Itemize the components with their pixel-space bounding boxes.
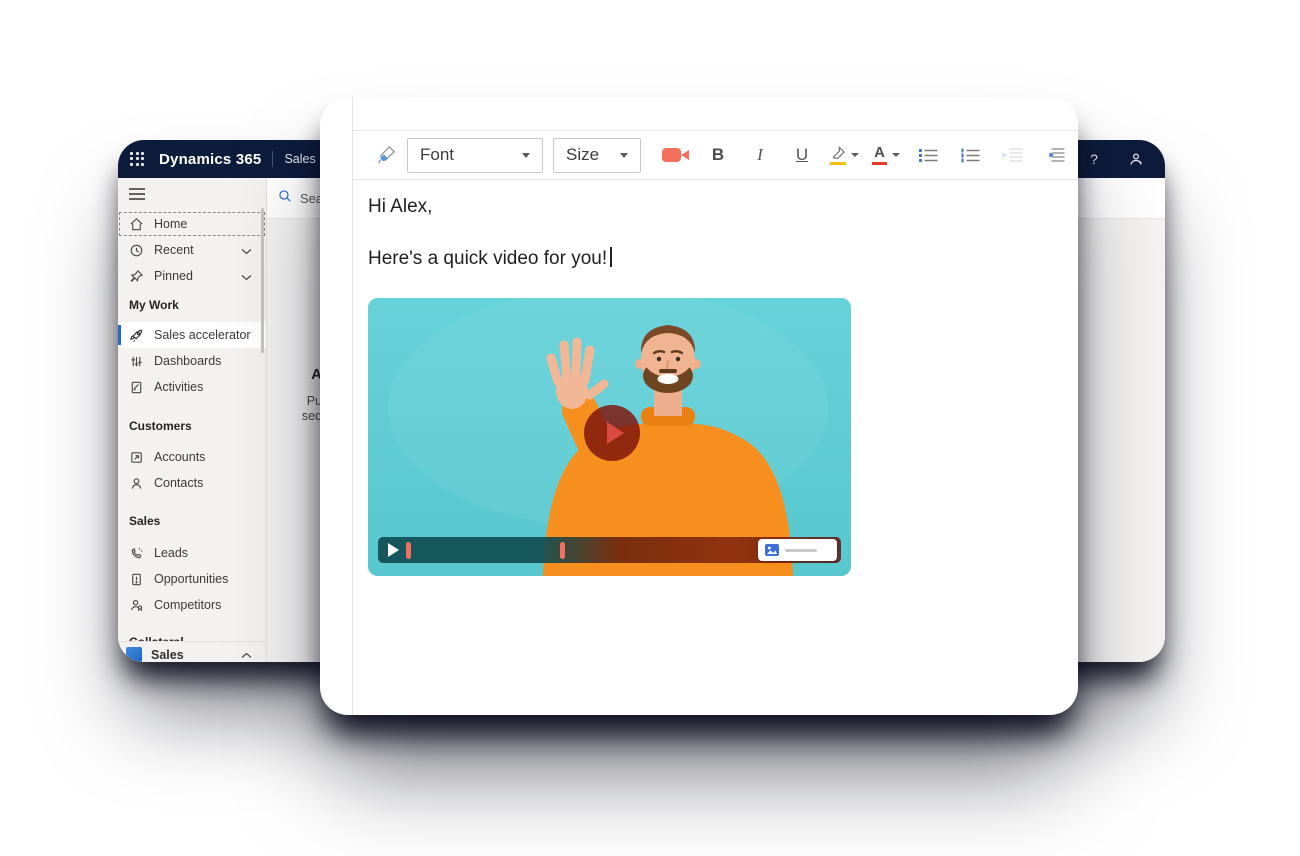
fragment-line: seq: [267, 409, 322, 424]
sidebar-item-sales-accelerator[interactable]: Sales accelerator: [118, 322, 266, 348]
email-body[interactable]: Hi Alex, Here's a quick video for you!: [353, 180, 1078, 576]
sidebar-item-competitors[interactable]: Competitors: [118, 592, 266, 618]
email-message: Here's a quick video for you!: [368, 246, 1078, 272]
font-family-value: Font: [420, 145, 454, 165]
sidebar-item-contacts[interactable]: Contacts: [118, 470, 266, 496]
increase-indent-icon[interactable]: [1039, 139, 1069, 171]
thumbnail-label-placeholder: [785, 549, 817, 552]
format-painter-icon[interactable]: [371, 139, 401, 171]
chevron-down-icon[interactable]: [241, 270, 252, 284]
area-switcher[interactable]: Sales: [118, 641, 266, 662]
sidebar-item-label: Sales accelerator: [154, 328, 251, 342]
font-color-button[interactable]: A: [871, 139, 901, 171]
pin-icon: [129, 269, 144, 284]
section-label-sales: Sales: [118, 514, 266, 529]
sidebar-item-label: Home: [154, 217, 187, 231]
video-thumbnail-button[interactable]: [758, 539, 837, 561]
font-color-icon: A: [872, 145, 887, 165]
sidebar-item-label: Competitors: [154, 598, 221, 612]
clock-icon: [129, 243, 144, 258]
italic-button[interactable]: I: [745, 139, 775, 171]
editor-toolbar: Font Size B I U: [353, 130, 1078, 180]
sidebar-item-home[interactable]: Home: [118, 211, 266, 237]
email-editor-window: Font Size B I U: [320, 97, 1078, 715]
background-content-fragments: A Pu seq: [267, 366, 322, 424]
font-family-select[interactable]: Font: [407, 138, 543, 173]
leads-icon: [129, 546, 144, 561]
sidebar-item-leads[interactable]: Leads: [118, 540, 266, 566]
sidebar-item-accounts[interactable]: Accounts: [118, 444, 266, 470]
chevron-down-icon: [851, 153, 859, 157]
area-switcher-label: Sales: [151, 648, 184, 662]
sitemap-sidebar: Home Recent Pinned My Work: [118, 178, 267, 662]
image-icon: [765, 544, 779, 556]
font-size-select[interactable]: Size: [553, 138, 641, 173]
sales-app-icon: [126, 647, 142, 662]
sidebar-item-recent[interactable]: Recent: [118, 237, 266, 263]
sidebar-item-label: Contacts: [154, 476, 203, 490]
fragment-heading: A: [267, 366, 322, 383]
timeline-marker: [560, 542, 565, 559]
fragment-line: Pu: [267, 394, 322, 409]
text-cursor: [610, 247, 612, 267]
chevron-down-icon[interactable]: [241, 244, 252, 258]
chevron-down-icon: [892, 153, 900, 157]
chevron-down-icon: [522, 153, 530, 158]
sitemap-toggle-icon[interactable]: [118, 178, 266, 208]
contacts-icon: [129, 476, 144, 491]
email-greeting: Hi Alex,: [368, 194, 1078, 220]
app-launcher-icon[interactable]: [130, 152, 145, 167]
highlighter-icon: [829, 146, 846, 165]
dashboards-icon: [129, 354, 144, 369]
sidebar-item-label: Leads: [154, 546, 188, 560]
sidebar-item-label: Pinned: [154, 269, 193, 283]
numbered-list-icon[interactable]: [955, 139, 985, 171]
timeline-play-icon[interactable]: [388, 543, 399, 557]
sidebar-item-activities[interactable]: Activities: [118, 374, 266, 400]
page: Dynamics 365 Sales Hub ?: [0, 0, 1300, 856]
activities-icon: [129, 380, 144, 395]
highlight-color-button[interactable]: [829, 139, 859, 171]
record-video-icon[interactable]: [661, 139, 691, 171]
competitors-icon: [129, 598, 144, 613]
video-play-button[interactable]: [584, 405, 640, 461]
app-brand: Dynamics 365: [159, 151, 261, 168]
sidebar-item-dashboards[interactable]: Dashboards: [118, 348, 266, 374]
bullet-list-icon[interactable]: [913, 139, 943, 171]
home-icon: [129, 217, 144, 232]
sidebar-item-label: Dashboards: [154, 354, 221, 368]
rocket-icon: [129, 328, 144, 343]
font-size-value: Size: [566, 145, 599, 165]
bold-button[interactable]: B: [703, 139, 733, 171]
play-icon: [607, 422, 624, 444]
opportunities-icon: [129, 572, 144, 587]
chevron-up-icon[interactable]: [241, 646, 252, 662]
sidebar-item-label: Recent: [154, 243, 194, 257]
timeline-marker: [406, 542, 411, 559]
video-timeline-bar[interactable]: [378, 537, 841, 563]
sidebar-scrollbar[interactable]: [261, 208, 264, 353]
decrease-indent-icon[interactable]: [997, 139, 1027, 171]
embedded-video-player[interactable]: [368, 298, 851, 576]
chevron-down-icon: [620, 153, 628, 158]
section-label-customers: Customers: [118, 419, 266, 434]
rich-text-editor: Font Size B I U: [352, 97, 1078, 715]
sidebar-item-label: Opportunities: [154, 572, 228, 586]
help-icon[interactable]: ?: [1079, 151, 1109, 167]
sidebar-item-label: Accounts: [154, 450, 205, 464]
sidebar-item-pinned[interactable]: Pinned: [118, 263, 266, 289]
sidebar-item-opportunities[interactable]: Opportunities: [118, 566, 266, 592]
header-divider: [272, 151, 273, 167]
underline-button[interactable]: U: [787, 139, 817, 171]
sidebar-item-label: Activities: [154, 380, 203, 394]
support-agent-icon[interactable]: [1121, 151, 1151, 167]
search-icon: [278, 189, 292, 208]
accounts-icon: [129, 450, 144, 465]
section-label-my-work: My Work: [118, 298, 266, 313]
